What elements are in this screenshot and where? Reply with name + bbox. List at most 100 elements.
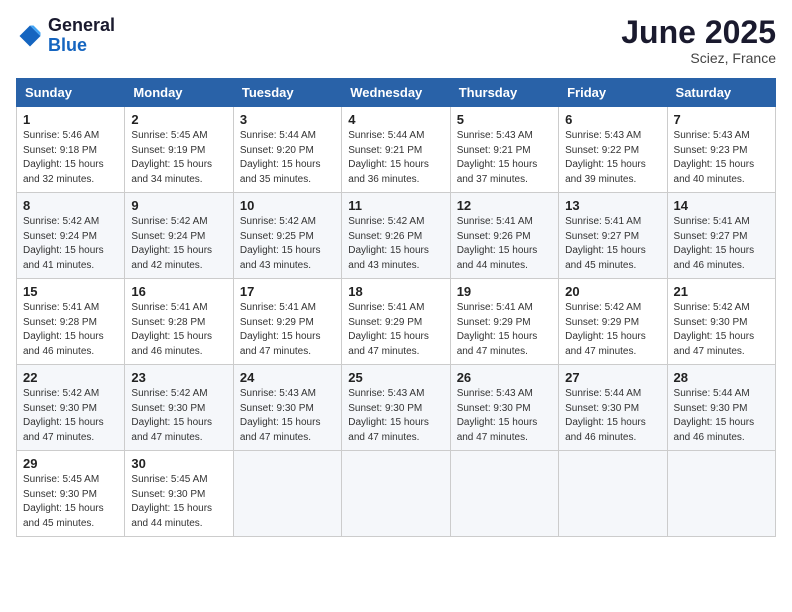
calendar-day-cell: 29 Sunrise: 5:45 AMSunset: 9:30 PMDayligh… — [17, 451, 125, 537]
calendar-day-cell: 11 Sunrise: 5:42 AMSunset: 9:26 PMDayligh… — [342, 193, 450, 279]
day-number: 21 — [674, 284, 769, 299]
day-number: 27 — [565, 370, 660, 385]
weekday-header: Tuesday — [233, 79, 341, 107]
day-number: 30 — [131, 456, 226, 471]
location: Sciez, France — [621, 50, 776, 66]
calendar-week-row: 15 Sunrise: 5:41 AMSunset: 9:28 PMDayligh… — [17, 279, 776, 365]
day-number: 25 — [348, 370, 443, 385]
day-info: Sunrise: 5:41 AMSunset: 9:26 PMDaylight:… — [457, 215, 552, 273]
calendar-day-cell: 13 Sunrise: 5:41 AMSunset: 9:27 PMDayligh… — [559, 193, 667, 279]
day-info: Sunrise: 5:45 AMSunset: 9:30 PMDaylight:… — [23, 473, 118, 531]
day-number: 20 — [565, 284, 660, 299]
day-info: Sunrise: 5:45 AMSunset: 9:19 PMDaylight:… — [131, 129, 226, 187]
day-info: Sunrise: 5:41 AMSunset: 9:28 PMDaylight:… — [23, 301, 118, 359]
calendar-day-cell: 5Sunrise: 5:43 AMSunset: 9:21 PMDaylight… — [450, 107, 558, 193]
day-number: 9 — [131, 198, 226, 213]
calendar-day-cell: 17Sunrise: 5:41 AMSunset: 9:29 PMDayligh… — [233, 279, 341, 365]
calendar-day-cell: 27 Sunrise: 5:44 AMSunset: 9:30 PMDayligh… — [559, 365, 667, 451]
calendar-day-cell: 30Sunrise: 5:45 AMSunset: 9:30 PMDayligh… — [125, 451, 233, 537]
calendar-day-cell: 6 Sunrise: 5:43 AMSunset: 9:22 PMDaylight… — [559, 107, 667, 193]
day-info: Sunrise: 5:41 AMSunset: 9:27 PMDaylight:… — [674, 215, 769, 273]
day-info: Sunrise: 5:42 AMSunset: 9:24 PMDaylight:… — [23, 215, 118, 273]
day-info: Sunrise: 5:43 AMSunset: 9:30 PMDaylight:… — [457, 387, 552, 445]
calendar-day-cell: 10 Sunrise: 5:42 AMSunset: 9:25 PMDayligh… — [233, 193, 341, 279]
day-number: 26 — [457, 370, 552, 385]
weekday-header-row: SundayMondayTuesdayWednesdayThursdayFrid… — [17, 79, 776, 107]
calendar-day-cell: 12Sunrise: 5:41 AMSunset: 9:26 PMDayligh… — [450, 193, 558, 279]
calendar-day-cell: 14 Sunrise: 5:41 AMSunset: 9:27 PMDayligh… — [667, 193, 775, 279]
calendar-day-cell: 18 Sunrise: 5:41 AMSunset: 9:29 PMDayligh… — [342, 279, 450, 365]
day-number: 4 — [348, 112, 443, 127]
day-info: Sunrise: 5:44 AMSunset: 9:30 PMDaylight:… — [565, 387, 660, 445]
day-info: Sunrise: 5:43 AMSunset: 9:21 PMDaylight:… — [457, 129, 552, 187]
calendar-day-cell: 26 Sunrise: 5:43 AMSunset: 9:30 PMDayligh… — [450, 365, 558, 451]
day-number: 13 — [565, 198, 660, 213]
day-number: 29 — [23, 456, 118, 471]
day-number: 8 — [23, 198, 118, 213]
day-number: 6 — [565, 112, 660, 127]
calendar-day-cell — [450, 451, 558, 537]
day-number: 11 — [348, 198, 443, 213]
month-title: June 2025 — [621, 16, 776, 48]
calendar-day-cell: 3 Sunrise: 5:44 AMSunset: 9:20 PMDaylight… — [233, 107, 341, 193]
calendar-day-cell: 9 Sunrise: 5:42 AMSunset: 9:24 PMDaylight… — [125, 193, 233, 279]
day-info: Sunrise: 5:44 AMSunset: 9:21 PMDaylight:… — [348, 129, 443, 187]
day-info: Sunrise: 5:41 AMSunset: 9:29 PMDaylight:… — [348, 301, 443, 359]
calendar-day-cell: 1Sunrise: 5:46 AMSunset: 9:18 PMDaylight… — [17, 107, 125, 193]
title-area: June 2025 Sciez, France — [621, 16, 776, 66]
day-number: 2 — [131, 112, 226, 127]
day-info: Sunrise: 5:41 AMSunset: 9:29 PMDaylight:… — [457, 301, 552, 359]
day-number: 10 — [240, 198, 335, 213]
calendar-day-cell — [667, 451, 775, 537]
calendar-day-cell: 16 Sunrise: 5:41 AMSunset: 9:28 PMDayligh… — [125, 279, 233, 365]
calendar-day-cell: 22Sunrise: 5:42 AMSunset: 9:30 PMDayligh… — [17, 365, 125, 451]
weekday-header: Thursday — [450, 79, 558, 107]
day-info: Sunrise: 5:41 AMSunset: 9:29 PMDaylight:… — [240, 301, 335, 359]
day-info: Sunrise: 5:44 AMSunset: 9:20 PMDaylight:… — [240, 129, 335, 187]
calendar-day-cell: 15 Sunrise: 5:41 AMSunset: 9:28 PMDayligh… — [17, 279, 125, 365]
day-number: 16 — [131, 284, 226, 299]
calendar-day-cell: 20Sunrise: 5:42 AMSunset: 9:29 PMDayligh… — [559, 279, 667, 365]
day-info: Sunrise: 5:42 AMSunset: 9:30 PMDaylight:… — [131, 387, 226, 445]
calendar-day-cell: 4 Sunrise: 5:44 AMSunset: 9:21 PMDaylight… — [342, 107, 450, 193]
calendar-day-cell: 8 Sunrise: 5:42 AMSunset: 9:24 PMDaylight… — [17, 193, 125, 279]
day-info: Sunrise: 5:43 AMSunset: 9:22 PMDaylight:… — [565, 129, 660, 187]
day-info: Sunrise: 5:42 AMSunset: 9:25 PMDaylight:… — [240, 215, 335, 273]
day-number: 23 — [131, 370, 226, 385]
weekday-header: Sunday — [17, 79, 125, 107]
weekday-header: Wednesday — [342, 79, 450, 107]
day-number: 19 — [457, 284, 552, 299]
logo-blue: Blue — [48, 35, 87, 55]
calendar-day-cell: 28Sunrise: 5:44 AMSunset: 9:30 PMDayligh… — [667, 365, 775, 451]
day-info: Sunrise: 5:46 AMSunset: 9:18 PMDaylight:… — [23, 129, 118, 187]
calendar-day-cell: 7Sunrise: 5:43 AMSunset: 9:23 PMDaylight… — [667, 107, 775, 193]
calendar-week-row: 1Sunrise: 5:46 AMSunset: 9:18 PMDaylight… — [17, 107, 776, 193]
day-info: Sunrise: 5:41 AMSunset: 9:27 PMDaylight:… — [565, 215, 660, 273]
day-number: 28 — [674, 370, 769, 385]
calendar-week-row: 22 Sunrise: 5:42 AMSunset: 9:30 PMDayligh… — [17, 365, 776, 451]
day-info: Sunrise: 5:41 AMSunset: 9:28 PMDaylight:… — [131, 301, 226, 359]
calendar-day-cell: 19 Sunrise: 5:41 AMSunset: 9:29 PMDayligh… — [450, 279, 558, 365]
logo-general: General — [48, 15, 115, 35]
calendar-day-cell: 25 Sunrise: 5:43 AMSunset: 9:30 PMDayligh… — [342, 365, 450, 451]
calendar-day-cell — [342, 451, 450, 537]
day-number: 7 — [674, 112, 769, 127]
calendar-week-row: 8 Sunrise: 5:42 AMSunset: 9:24 PMDaylight… — [17, 193, 776, 279]
calendar-day-cell: 24 Sunrise: 5:43 AMSunset: 9:30 PMDayligh… — [233, 365, 341, 451]
day-number: 14 — [674, 198, 769, 213]
day-number: 24 — [240, 370, 335, 385]
day-number: 22 — [23, 370, 118, 385]
calendar-day-cell — [559, 451, 667, 537]
day-info: Sunrise: 5:42 AMSunset: 9:24 PMDaylight:… — [131, 215, 226, 273]
weekday-header: Friday — [559, 79, 667, 107]
day-info: Sunrise: 5:43 AMSunset: 9:30 PMDaylight:… — [240, 387, 335, 445]
day-info: Sunrise: 5:43 AMSunset: 9:30 PMDaylight:… — [348, 387, 443, 445]
day-number: 3 — [240, 112, 335, 127]
calendar-day-cell: 2 Sunrise: 5:45 AMSunset: 9:19 PMDaylight… — [125, 107, 233, 193]
calendar-day-cell — [233, 451, 341, 537]
weekday-header: Saturday — [667, 79, 775, 107]
day-number: 18 — [348, 284, 443, 299]
day-info: Sunrise: 5:42 AMSunset: 9:30 PMDaylight:… — [674, 301, 769, 359]
day-info: Sunrise: 5:42 AMSunset: 9:26 PMDaylight:… — [348, 215, 443, 273]
day-number: 15 — [23, 284, 118, 299]
